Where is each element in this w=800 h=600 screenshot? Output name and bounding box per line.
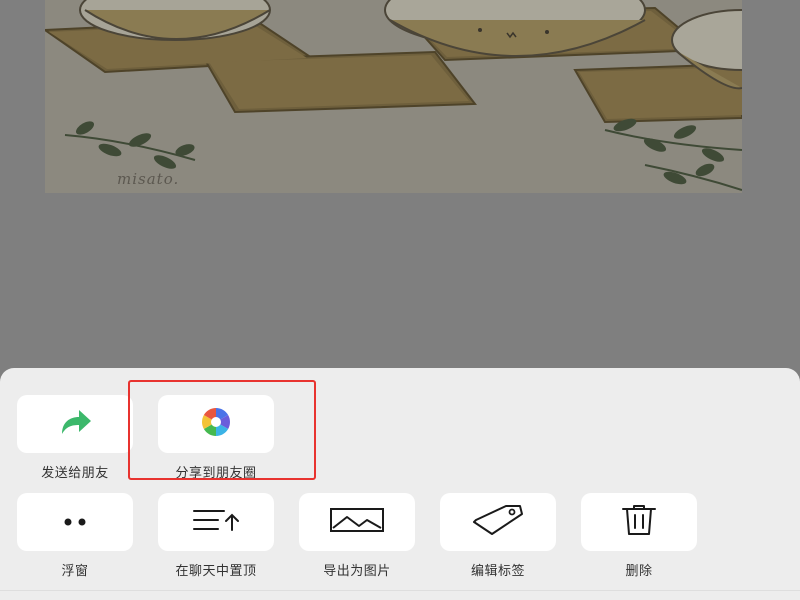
floating-window-action[interactable]: 浮窗 bbox=[16, 493, 134, 579]
edit-tags-action[interactable]: 编辑标签 bbox=[439, 493, 557, 579]
pin-to-top-tile[interactable] bbox=[158, 493, 274, 551]
send-to-friend-tile[interactable] bbox=[17, 395, 133, 453]
screen: misato. 发送给朋友 分享到朋友圈 浮窗 在聊天中置顶 导出为图片 编辑标… bbox=[0, 0, 800, 600]
export-as-image-action[interactable]: 导出为图片 bbox=[298, 493, 416, 579]
export-as-image-tile[interactable] bbox=[299, 493, 415, 551]
forward-arrow-icon bbox=[58, 408, 92, 440]
moments-aperture-icon bbox=[188, 407, 244, 441]
photo-caption: misato. bbox=[117, 170, 180, 188]
delete-label: 删除 bbox=[625, 564, 653, 579]
delete-tile[interactable] bbox=[581, 493, 697, 551]
sheet-divider bbox=[0, 590, 800, 591]
share-to-moments-tile[interactable] bbox=[158, 395, 274, 453]
tag-icon bbox=[472, 504, 524, 540]
action-sheet: 发送给朋友 分享到朋友圈 浮窗 在聊天中置顶 导出为图片 编辑标签 删除 bbox=[0, 368, 800, 600]
floating-window-label: 浮窗 bbox=[61, 564, 89, 579]
send-to-friend-label: 发送给朋友 bbox=[41, 466, 109, 481]
delete-action[interactable]: 删除 bbox=[580, 493, 698, 579]
share-to-moments-label: 分享到朋友圈 bbox=[175, 466, 257, 481]
trash-icon bbox=[621, 504, 657, 540]
share-to-moments-action[interactable]: 分享到朋友圈 bbox=[157, 395, 275, 481]
edit-tags-label: 编辑标签 bbox=[470, 564, 525, 579]
pin-to-top-icon bbox=[191, 507, 241, 537]
pin-to-top-action[interactable]: 在聊天中置顶 bbox=[157, 493, 275, 579]
export-as-image-label: 导出为图片 bbox=[323, 564, 391, 579]
floating-window-tile[interactable] bbox=[17, 493, 133, 551]
send-to-friend-action[interactable]: 发送给朋友 bbox=[16, 395, 134, 481]
image-export-icon bbox=[329, 506, 385, 538]
background-photo: misato. bbox=[45, 0, 742, 193]
pin-to-top-label: 在聊天中置顶 bbox=[175, 564, 257, 579]
edit-tags-tile[interactable] bbox=[440, 493, 556, 551]
floating-window-icon bbox=[55, 513, 95, 532]
